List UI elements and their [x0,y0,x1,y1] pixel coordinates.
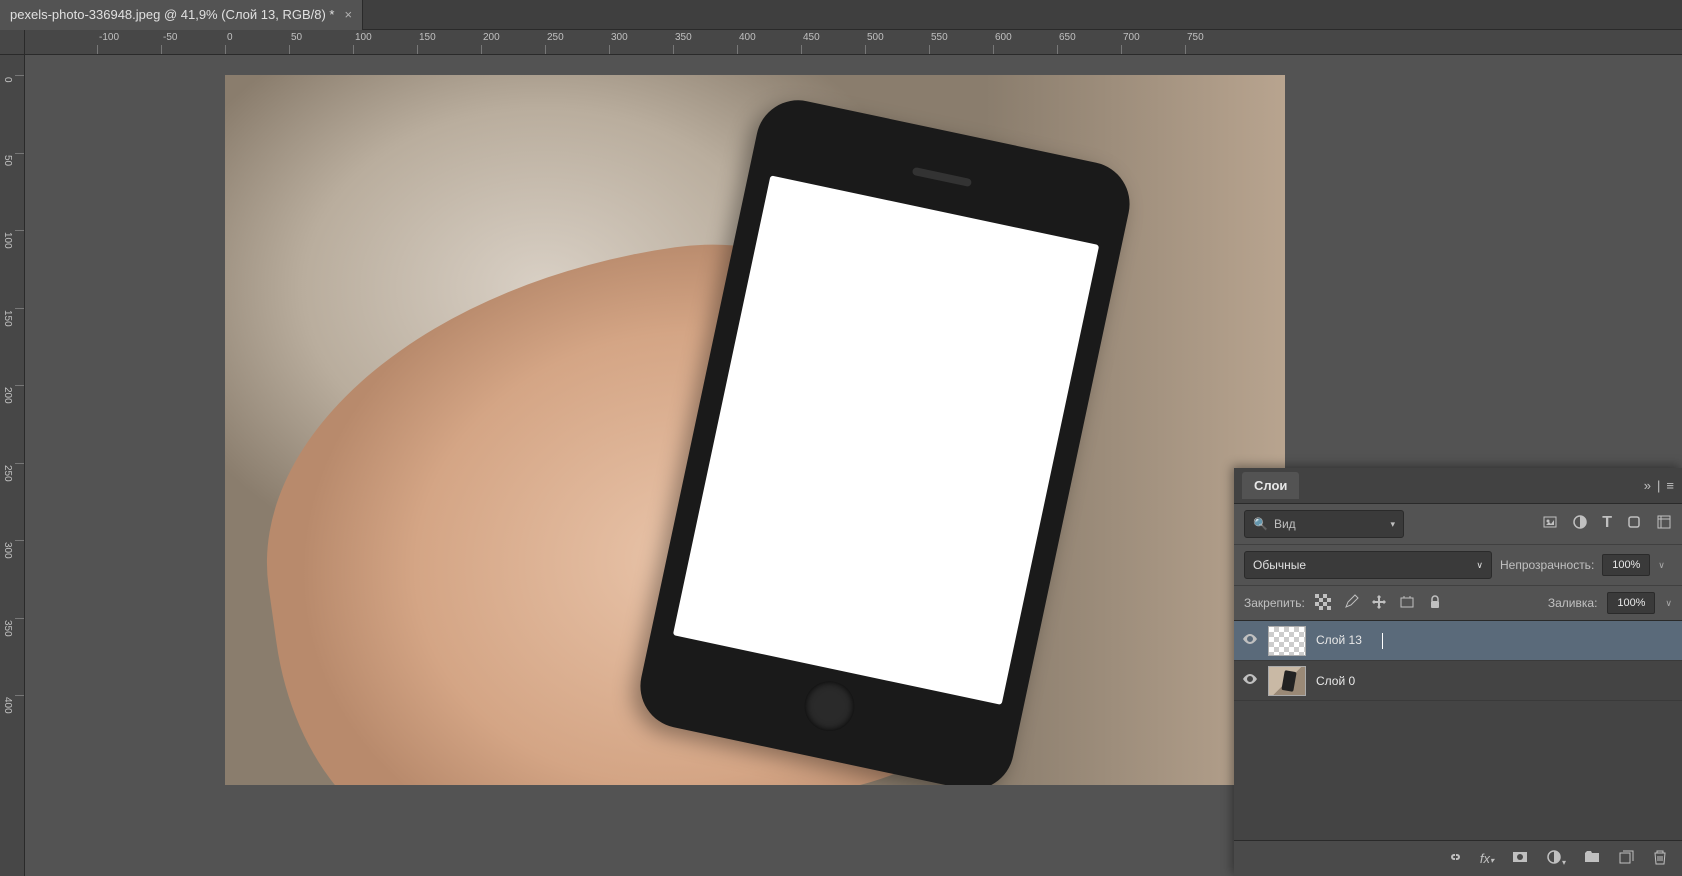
layers-panel-footer: fx▾ ▾ [1234,840,1682,876]
fill-input[interactable]: 100% [1607,592,1655,614]
ruler-h-tick: 50 [289,30,302,55]
ruler-v-tick: 100 [0,230,25,252]
link-layers-icon[interactable] [1446,849,1462,868]
ruler-h-tick: 400 [737,30,756,55]
opacity-input[interactable]: 100% [1602,554,1650,576]
ruler-h-tick: 0 [225,30,233,55]
document-tab-bar: pexels-photo-336948.jpeg @ 41,9% (Слой 1… [0,0,1682,30]
layer-thumbnail[interactable] [1268,666,1306,696]
panel-divider: | [1657,478,1660,493]
layer-thumbnail[interactable] [1268,626,1306,656]
workspace: -100-50050100150200250300350400450500550… [0,30,1682,876]
ruler-v-tick: 50 [0,153,25,169]
ruler-h-tick: 700 [1121,30,1140,55]
layer-fx-icon[interactable]: fx▾ [1480,851,1494,866]
chevron-down-icon: ▾ [1390,519,1395,530]
filter-smartobject-icon[interactable] [1656,514,1672,534]
chevron-down-icon: ∨ [1476,560,1483,571]
layers-tab[interactable]: Слои [1242,472,1299,499]
ruler-h-tick: 550 [929,30,948,55]
layer-filter-row: 🔍 Вид ▾ T [1234,504,1682,545]
layer-row[interactable]: Слой 13 [1234,621,1682,661]
panel-menu-icon[interactable]: ≡ [1666,478,1674,493]
fill-label: Заливка: [1548,596,1598,610]
blend-opacity-row: Обычные ∨ Непрозрачность: 100% ∨ [1234,545,1682,586]
lock-brush-icon[interactable] [1343,594,1359,613]
ruler-h-tick: 600 [993,30,1012,55]
blend-mode-select[interactable]: Обычные ∨ [1244,551,1492,579]
ruler-v-tick: 300 [0,540,25,562]
layer-kind-label: Вид [1274,517,1296,531]
ruler-v-tick: 400 [0,695,25,717]
layer-group-icon[interactable] [1584,849,1600,868]
ruler-h-tick: 750 [1185,30,1204,55]
ruler-h-tick: 450 [801,30,820,55]
ruler-h-tick: 200 [481,30,500,55]
canvas-document[interactable] [225,75,1285,785]
ruler-h-tick: 250 [545,30,564,55]
ruler-h-tick: 150 [417,30,436,55]
ruler-h-tick: 350 [673,30,692,55]
panel-tab-strip: Слои » | ≡ [1234,468,1682,504]
filter-shape-icon[interactable] [1626,514,1642,534]
new-layer-icon[interactable] [1618,849,1634,868]
ruler-v-tick: 150 [0,308,25,330]
lock-all-icon[interactable] [1427,594,1443,613]
opacity-label: Непрозрачность: [1500,558,1594,572]
document-tab[interactable]: pexels-photo-336948.jpeg @ 41,9% (Слой 1… [0,0,363,30]
ruler-h-tick: 300 [609,30,628,55]
collapse-panel-icon[interactable]: » [1644,478,1651,493]
layer-row[interactable]: Слой 0 [1234,661,1682,701]
ruler-v-tick: 0 [0,75,25,86]
filter-pixel-icon[interactable] [1542,514,1558,534]
ruler-origin[interactable] [0,30,25,55]
filter-adjustment-icon[interactable] [1572,514,1588,534]
ruler-h-tick: 100 [353,30,372,55]
layer-mask-icon[interactable] [1512,849,1528,868]
layer-name-label[interactable]: Слой 0 [1316,674,1355,688]
chevron-down-icon[interactable]: ∨ [1665,598,1672,609]
ruler-h-tick: -100 [97,30,119,55]
lock-artboard-icon[interactable] [1399,594,1415,613]
ruler-h-tick: 500 [865,30,884,55]
filter-type-icon[interactable]: T [1602,514,1612,534]
lock-transparency-icon[interactable] [1315,594,1331,613]
lock-position-icon[interactable] [1371,594,1387,613]
visibility-eye-icon[interactable] [1242,671,1258,690]
layer-list[interactable]: Слой 13 Слой 0 [1234,621,1682,840]
ruler-v-tick: 200 [0,385,25,407]
ruler-v-tick: 250 [0,463,25,485]
ruler-h-tick: -50 [161,30,177,55]
search-icon: 🔍 [1253,517,1268,531]
document-tab-title: pexels-photo-336948.jpeg @ 41,9% (Слой 1… [10,7,334,22]
layer-kind-filter[interactable]: 🔍 Вид ▾ [1244,510,1404,538]
visibility-eye-icon[interactable] [1242,631,1258,650]
lock-label: Закрепить: [1244,596,1305,610]
ruler-h-tick: 650 [1057,30,1076,55]
delete-layer-icon[interactable] [1652,849,1668,868]
blend-mode-value: Обычные [1253,558,1306,572]
layer-name-label[interactable]: Слой 13 [1316,633,1383,649]
phone-speaker [912,167,972,187]
layers-panel: Слои » | ≡ 🔍 Вид ▾ T Обычные [1234,468,1682,876]
adjustment-layer-icon[interactable]: ▾ [1546,849,1566,868]
text-cursor [1382,633,1383,649]
chevron-down-icon[interactable]: ∨ [1658,560,1665,571]
lock-fill-row: Закрепить: Заливка: 100% ∨ [1234,586,1682,621]
ruler-v-tick: 350 [0,618,25,640]
close-icon[interactable]: × [344,7,352,22]
ruler-vertical[interactable]: 0 50 100 150 200 250 300 350 400 [0,55,25,876]
ruler-horizontal[interactable]: -100 -50 0 50 100 150 200 250 300 350 400 450 500 550… [25,30,1682,55]
